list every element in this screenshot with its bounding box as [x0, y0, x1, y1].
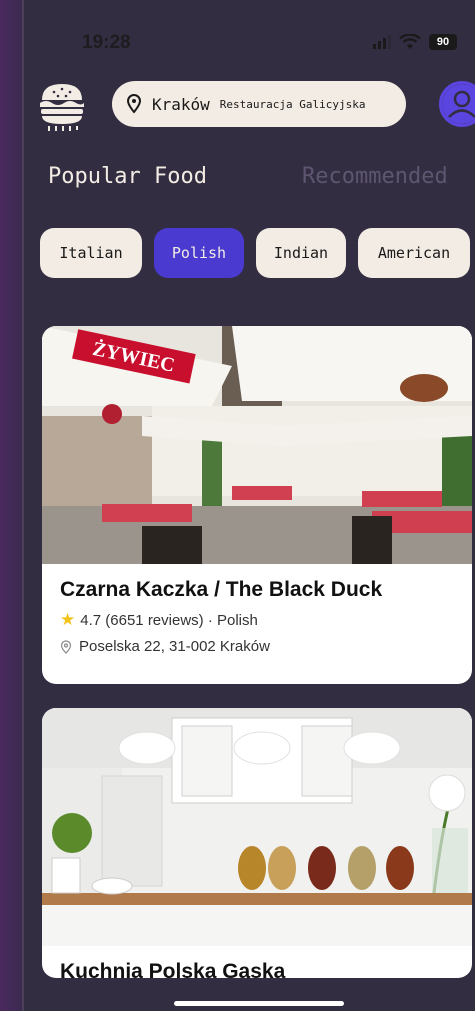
burger-icon[interactable] [34, 78, 90, 132]
app-screen: 19:28 90 Kraków Restauracja Galicyjska P… [22, 0, 475, 1011]
tab-recommended[interactable]: Recommended [302, 164, 448, 189]
cuisine-label: Polish [217, 611, 258, 629]
header: Kraków Restauracja Galicyjska [34, 78, 475, 132]
restaurant-card[interactable]: ŻYWIEC Czarna Kaczka / The Black Duck ★ … [42, 326, 472, 684]
rating-value: 4.7 [80, 611, 102, 629]
location-search-bar[interactable]: Kraków Restauracja Galicyjska [112, 81, 406, 127]
review-count: (6651 reviews) [105, 611, 204, 629]
restaurant-name: Czarna Kaczka / The Black Duck [60, 578, 383, 601]
star-icon: ★ [60, 610, 76, 629]
restaurant-photo: ŻYWIEC [42, 326, 472, 564]
avatar[interactable] [439, 81, 475, 127]
restaurant-info: Czarna Kaczka / The Black Duck ★ 4.7 (66… [42, 564, 472, 677]
wifi-icon [399, 34, 421, 49]
restaurant-address-row: Poselska 22, 31-002 Kraków [60, 638, 454, 655]
signal-icon [373, 35, 391, 49]
location-icon [60, 639, 72, 654]
home-indicator[interactable] [174, 1001, 344, 1006]
user-icon [442, 84, 475, 124]
restaurant-card[interactable]: Kuchnia Polska Gąska [42, 708, 472, 978]
chip-indian[interactable]: Indian [256, 228, 346, 278]
chip-italian[interactable]: Italian [40, 228, 142, 278]
pin-icon [126, 94, 142, 114]
restaurant-address: Poselska 22, 31-002 Kraków [79, 638, 270, 655]
search-query: Restauracja Galicyjska [219, 97, 366, 111]
restaurant-rating-row: ★ 4.7 (6651 reviews) · Polish [60, 610, 258, 629]
battery-icon: 90 [429, 34, 457, 50]
chip-polish[interactable]: Polish [154, 228, 244, 278]
tab-popular-food[interactable]: Popular Food [48, 164, 207, 189]
status-time: 19:28 [82, 32, 131, 53]
food-tabs: Popular Food Recommended [24, 160, 475, 194]
restaurant-name: Kuchnia Polska Gąska [60, 960, 286, 978]
search-city: Kraków [152, 94, 210, 114]
chip-american[interactable]: American [358, 228, 470, 278]
restaurant-info: Kuchnia Polska Gąska [42, 946, 472, 978]
category-chips: Italian Polish Indian American [24, 228, 475, 280]
restaurant-photo [42, 708, 472, 946]
status-icons: 90 [373, 34, 457, 50]
status-bar: 19:28 90 [24, 30, 475, 58]
